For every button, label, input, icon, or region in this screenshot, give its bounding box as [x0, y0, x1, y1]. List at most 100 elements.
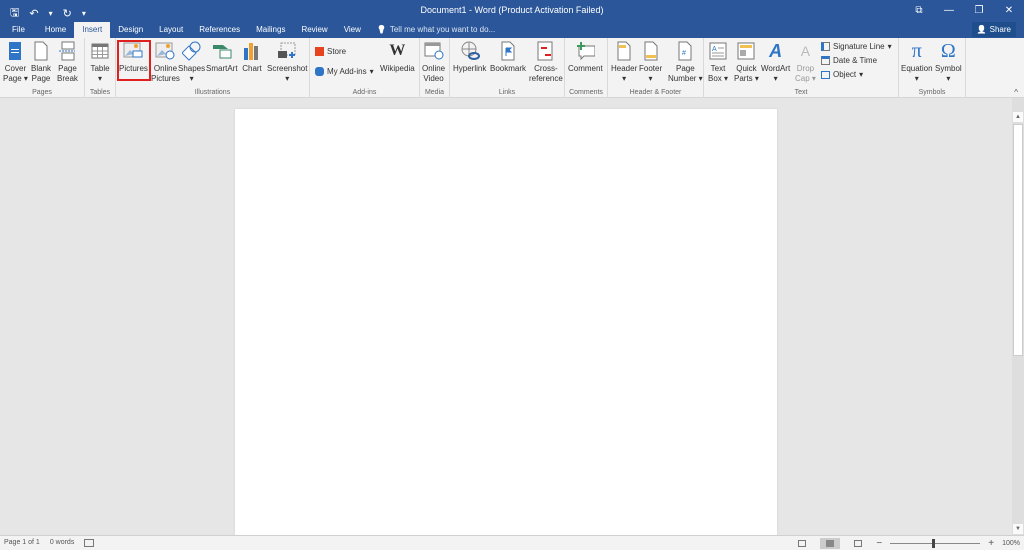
- table-button[interactable]: Table ▾: [90, 40, 110, 84]
- print-layout-button[interactable]: [820, 538, 841, 549]
- restore-button[interactable]: ❐: [964, 0, 994, 20]
- cover-page-button[interactable]: Cover Page ▾: [3, 40, 28, 84]
- signature-line-button[interactable]: Signature Line ▾: [821, 42, 892, 51]
- calendar-icon: [821, 56, 830, 65]
- quick-parts-button[interactable]: Quick Parts ▾: [734, 40, 759, 84]
- cross-reference-button[interactable]: Cross-reference: [529, 40, 563, 84]
- print-layout-icon: [826, 540, 835, 547]
- addins-icon: [315, 67, 324, 76]
- tab-design[interactable]: Design: [110, 22, 151, 38]
- svg-text:#: #: [682, 50, 686, 57]
- wordart-button[interactable]: A WordArt ▾: [761, 40, 790, 84]
- ribbon-insert: Cover Page ▾ Blank Page Page Break Pages Ta…: [0, 38, 1024, 98]
- footer-button[interactable]: Footer ▾: [639, 40, 662, 84]
- zoom-in-button[interactable]: +: [988, 538, 994, 549]
- group-label-addins: Add-ins: [352, 89, 377, 96]
- word-count[interactable]: 0 words: [50, 539, 75, 547]
- object-button[interactable]: Object ▾: [821, 70, 863, 79]
- tell-me-placeholder: Tell me what you want to do...: [389, 25, 496, 34]
- pi-icon: π: [911, 40, 922, 62]
- group-pages: Cover Page ▾ Blank Page Page Break Pages: [0, 38, 85, 98]
- document-title: Document1 - Word (Product Activation Fai…: [420, 5, 604, 15]
- text-box-button[interactable]: A Text Box ▾: [708, 40, 728, 84]
- header-icon: [614, 40, 634, 62]
- hyperlink-button[interactable]: Hyperlink: [453, 40, 486, 74]
- scroll-down-button[interactable]: ▼: [1013, 524, 1023, 534]
- tab-references[interactable]: References: [191, 22, 248, 38]
- date-time-button[interactable]: Date & Time: [821, 56, 877, 65]
- shapes-button[interactable]: Shapes ▾: [178, 40, 205, 84]
- chart-icon: [242, 40, 262, 62]
- page-number-icon: #: [675, 40, 695, 62]
- store-icon: [315, 47, 324, 56]
- group-label-links: Links: [498, 89, 516, 96]
- tab-insert[interactable]: Insert: [74, 22, 111, 38]
- group-label-media: Media: [424, 89, 445, 96]
- chart-button[interactable]: Chart: [242, 40, 262, 74]
- ribbon-display-options-button[interactable]: ⧉: [904, 0, 934, 20]
- my-addins-button[interactable]: My Add-ins ▾: [315, 67, 374, 76]
- scroll-thumb[interactable]: [1013, 124, 1023, 356]
- collapse-ribbon-button[interactable]: ^: [1014, 88, 1018, 97]
- group-tables: Table ▾ Tables: [85, 38, 116, 98]
- blank-page-button[interactable]: Blank Page: [31, 40, 51, 84]
- signature-line-icon: [821, 42, 830, 51]
- proofing-icon[interactable]: [84, 539, 95, 547]
- group-header-footer: Header ▾ Footer ▾ # Page Number ▾ Header & …: [608, 38, 704, 98]
- bookmark-icon: [498, 40, 518, 62]
- page-break-button[interactable]: Page Break: [57, 40, 78, 84]
- document-page[interactable]: [235, 109, 777, 539]
- tab-home[interactable]: Home: [37, 22, 74, 38]
- share-button[interactable]: 👤 Share: [971, 22, 1016, 37]
- lightbulb-icon: 💡: [376, 25, 387, 34]
- bookmark-button[interactable]: Bookmark: [490, 40, 526, 74]
- zoom-level[interactable]: 100%: [1002, 540, 1020, 547]
- screenshot-button[interactable]: Screenshot ▾: [267, 40, 307, 84]
- close-button[interactable]: ✕: [994, 0, 1024, 20]
- online-video-icon: [424, 40, 444, 62]
- comment-button[interactable]: Comment: [568, 40, 603, 74]
- zoom-slider-knob[interactable]: [932, 539, 936, 548]
- tab-layout[interactable]: Layout: [151, 22, 191, 38]
- drop-cap-button[interactable]: A Drop Cap ▾: [795, 40, 816, 84]
- smartart-button[interactable]: SmartArt: [206, 40, 238, 74]
- group-label-comments: Comments: [569, 89, 603, 96]
- pictures-highlight-box: [117, 40, 151, 81]
- vertical-scrollbar[interactable]: ▲ ▼: [1012, 98, 1024, 535]
- text-box-icon: A: [708, 40, 728, 62]
- group-label-pages: Pages: [32, 89, 52, 96]
- omega-icon: Ω: [940, 40, 956, 62]
- store-button[interactable]: Store: [315, 47, 346, 56]
- symbol-button[interactable]: Ω Symbol ▾: [935, 40, 962, 84]
- tab-view[interactable]: View: [336, 22, 369, 38]
- equation-button[interactable]: π Equation ▾: [901, 40, 933, 84]
- minimize-button[interactable]: —: [934, 0, 964, 20]
- tab-file[interactable]: File: [0, 22, 37, 38]
- tab-review[interactable]: Review: [293, 22, 335, 38]
- web-layout-button[interactable]: [848, 538, 868, 549]
- share-label: Share: [989, 25, 1011, 34]
- group-label-header-footer: Header & Footer: [629, 89, 682, 96]
- tell-me-search[interactable]: 💡 Tell me what you want to do...: [369, 22, 503, 38]
- scroll-up-button[interactable]: ▲: [1013, 112, 1023, 122]
- zoom-out-button[interactable]: −: [876, 538, 882, 549]
- online-pictures-button[interactable]: Online Pictures: [151, 40, 180, 84]
- footer-icon: [641, 40, 661, 62]
- group-text: A Text Box ▾ Quick Parts ▾ A WordArt ▾ A Dr…: [704, 38, 899, 98]
- read-mode-button[interactable]: [792, 538, 812, 549]
- page-number-button[interactable]: # Page Number ▾: [668, 40, 703, 84]
- wikipedia-button[interactable]: W Wikipedia: [380, 40, 415, 74]
- page-count[interactable]: Page 1 of 1: [4, 539, 40, 547]
- comment-icon: [575, 40, 596, 62]
- zoom-slider[interactable]: [890, 539, 981, 548]
- cover-page-icon: [5, 40, 25, 62]
- online-pictures-icon: [155, 40, 175, 62]
- tab-mailings[interactable]: Mailings: [248, 22, 293, 38]
- online-video-button[interactable]: Online Video: [422, 40, 445, 84]
- blank-page-icon: [31, 40, 51, 62]
- ribbon-tabs: File Home Insert Design Layout Reference…: [0, 22, 503, 38]
- person-icon: 👤: [976, 25, 987, 34]
- screenshot-icon: [277, 40, 297, 62]
- group-label-illustrations: Illustrations: [194, 89, 231, 96]
- header-button[interactable]: Header ▾: [611, 40, 637, 84]
